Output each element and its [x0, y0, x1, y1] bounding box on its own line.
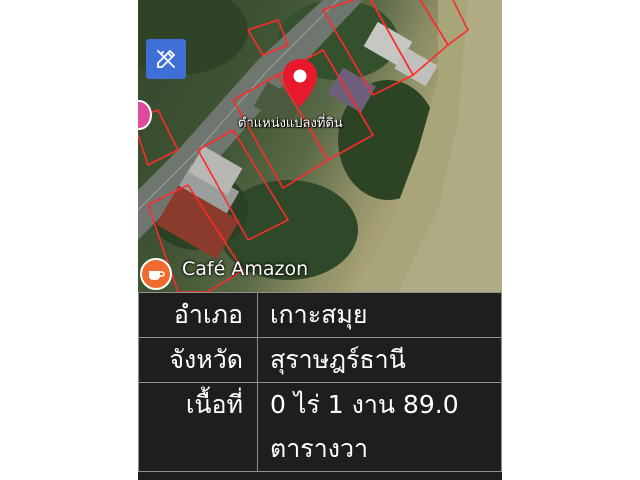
poi-label[interactable]: Café Amazon — [182, 258, 308, 280]
coffee-cup-glyph — [149, 271, 165, 280]
pin-label: ตำแหน่งแปลงที่ดิน — [238, 116, 343, 131]
district-label: อำเภอ — [138, 292, 258, 338]
satellite-map[interactable]: ตำแหน่งแปลงที่ดิน Café Amazon — [138, 0, 502, 292]
area-label: เนื้อที่ — [138, 382, 258, 472]
coffee-cup-icon[interactable] — [140, 258, 172, 290]
map-imagery — [138, 0, 502, 292]
info-row-district: อำเภอ เกาะสมุย — [138, 292, 502, 338]
info-row-area: เนื้อที่ 0 ไร่ 1 งาน 89.0 ตารางวา — [138, 382, 502, 472]
area-value: 0 ไร่ 1 งาน 89.0 ตารางวา — [257, 382, 502, 472]
land-info-card: ตำแหน่งแปลงที่ดิน Café Amazon อำเภอ เกาะ… — [138, 0, 502, 480]
province-label: จังหวัด — [138, 337, 258, 383]
pencil-ruler-icon — [157, 49, 176, 68]
province-value: สุราษฎร์ธานี — [257, 337, 502, 383]
district-value: เกาะสมุย — [257, 292, 502, 338]
parcel-info-table: อำเภอ เกาะสมุย จังหวัด สุราษฎร์ธานี เนื้… — [138, 292, 502, 480]
map-pin-icon[interactable] — [282, 58, 318, 108]
measure-tool-button[interactable] — [146, 39, 186, 79]
info-row-province: จังหวัด สุราษฎร์ธานี — [138, 337, 502, 383]
